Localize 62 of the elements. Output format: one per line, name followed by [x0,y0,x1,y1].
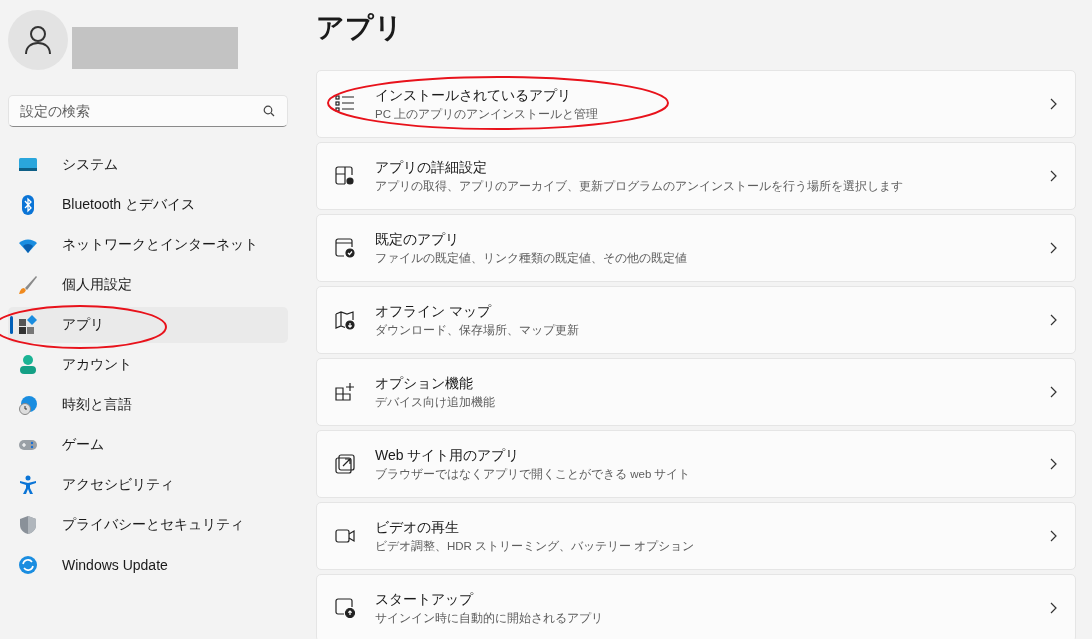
card-title: アプリの詳細設定 [375,158,488,177]
person-icon [18,355,38,375]
nav-item[interactable]: Windows Update [8,547,288,583]
chevron-right-icon [1049,170,1057,182]
card-description: サインイン時に自動的に開始されるアプリ [375,610,604,626]
chevron-right-icon [1049,314,1057,326]
card-title: ビデオの再生 [375,518,460,537]
card-title: 既定のアプリ [375,230,460,249]
chevron-right-icon [1049,458,1057,470]
chevron-right-icon [1049,530,1057,542]
card-description: ダウンロード、保存場所、マップ更新 [375,322,580,338]
card-description: ファイルの既定値、リンク種類の既定値、その他の既定値 [375,250,688,266]
card-title: オプション機能 [375,374,474,393]
card-title: オフライン マップ [375,302,493,321]
selection-indicator [10,316,13,334]
nav-item[interactable]: アクセシビリティ [8,467,288,503]
grid-plus-icon [335,382,355,402]
settings-card[interactable]: Web サイト用のアプリ ブラウザーではなくアプリで開くことができる web サイト [316,430,1076,498]
search-field[interactable]: 設定の検索 [8,95,288,127]
settings-card[interactable]: アプリの詳細設定 アプリの取得、アプリのアーカイブ、更新プログラムのアンインストールを行う場所を選択します [316,142,1076,210]
card-title: スタートアップ [375,590,475,609]
paintbrush-icon [18,275,38,295]
chevron-right-icon [1049,386,1057,398]
card-description: ビデオ調整、HDR ストリーミング、バッテリー オプション [375,538,696,554]
shield-icon [18,515,38,535]
settings-card[interactable]: オフライン マップ ダウンロード、保存場所、マップ更新 [316,286,1076,354]
settings-card[interactable]: オプション機能 デバイス向け追加機能 [316,358,1076,426]
map-download-icon [335,310,355,330]
globe-clock-icon [18,395,38,415]
nav-item[interactable]: 時刻と言語 [8,387,288,423]
nav-item[interactable]: プライバシーとセキュリティ [8,507,288,543]
sync-icon [18,555,38,575]
nav-item[interactable]: 個人用設定 [8,267,288,303]
list-icon [335,94,355,114]
window-check-icon [335,238,355,258]
settings-card[interactable]: 既定のアプリ ファイルの既定値、リンク種類の既定値、その他の既定値 [316,214,1076,282]
search-icon [263,105,275,117]
person-icon [24,25,52,55]
nav-item[interactable]: システム [8,147,288,183]
chevron-right-icon [1049,98,1057,110]
settings-card[interactable]: ビデオの再生 ビデオ調整、HDR ストリーミング、バッテリー オプション [316,502,1076,570]
apps-icon [18,315,38,335]
accessibility-icon [18,475,38,495]
card-description: PC 上のアプリのアンインストールと管理 [375,106,600,122]
card-description: ブラウザーではなくアプリで開くことができる web サイト [375,466,692,482]
nav-item[interactable]: アカウント [8,347,288,383]
card-title: インストールされているアプリ [375,86,572,105]
nav-item[interactable]: ネットワークとインターネット [8,227,288,263]
settings-card[interactable]: スタートアップ サインイン時に自動的に開始されるアプリ [316,574,1076,639]
nav-item[interactable]: ゲーム [8,427,288,463]
nav-item[interactable]: アプリ [8,307,288,343]
nav-item[interactable]: Bluetooth とデバイス [8,187,288,223]
window-upload-icon [335,598,355,618]
window-arrow-icon [335,454,355,474]
card-title: Web サイト用のアプリ [375,446,521,465]
chevron-right-icon [1049,602,1057,614]
page-title: アプリ [316,11,404,45]
chevron-right-icon [1049,242,1057,254]
card-description: デバイス向け追加機能 [375,394,496,410]
settings-card[interactable]: インストールされているアプリ PC 上のアプリのアンインストールと管理 [316,70,1076,138]
video-camera-icon [335,526,355,546]
card-description: アプリの取得、アプリのアーカイブ、更新プログラムのアンインストールを行う場所を選択します [375,178,904,194]
